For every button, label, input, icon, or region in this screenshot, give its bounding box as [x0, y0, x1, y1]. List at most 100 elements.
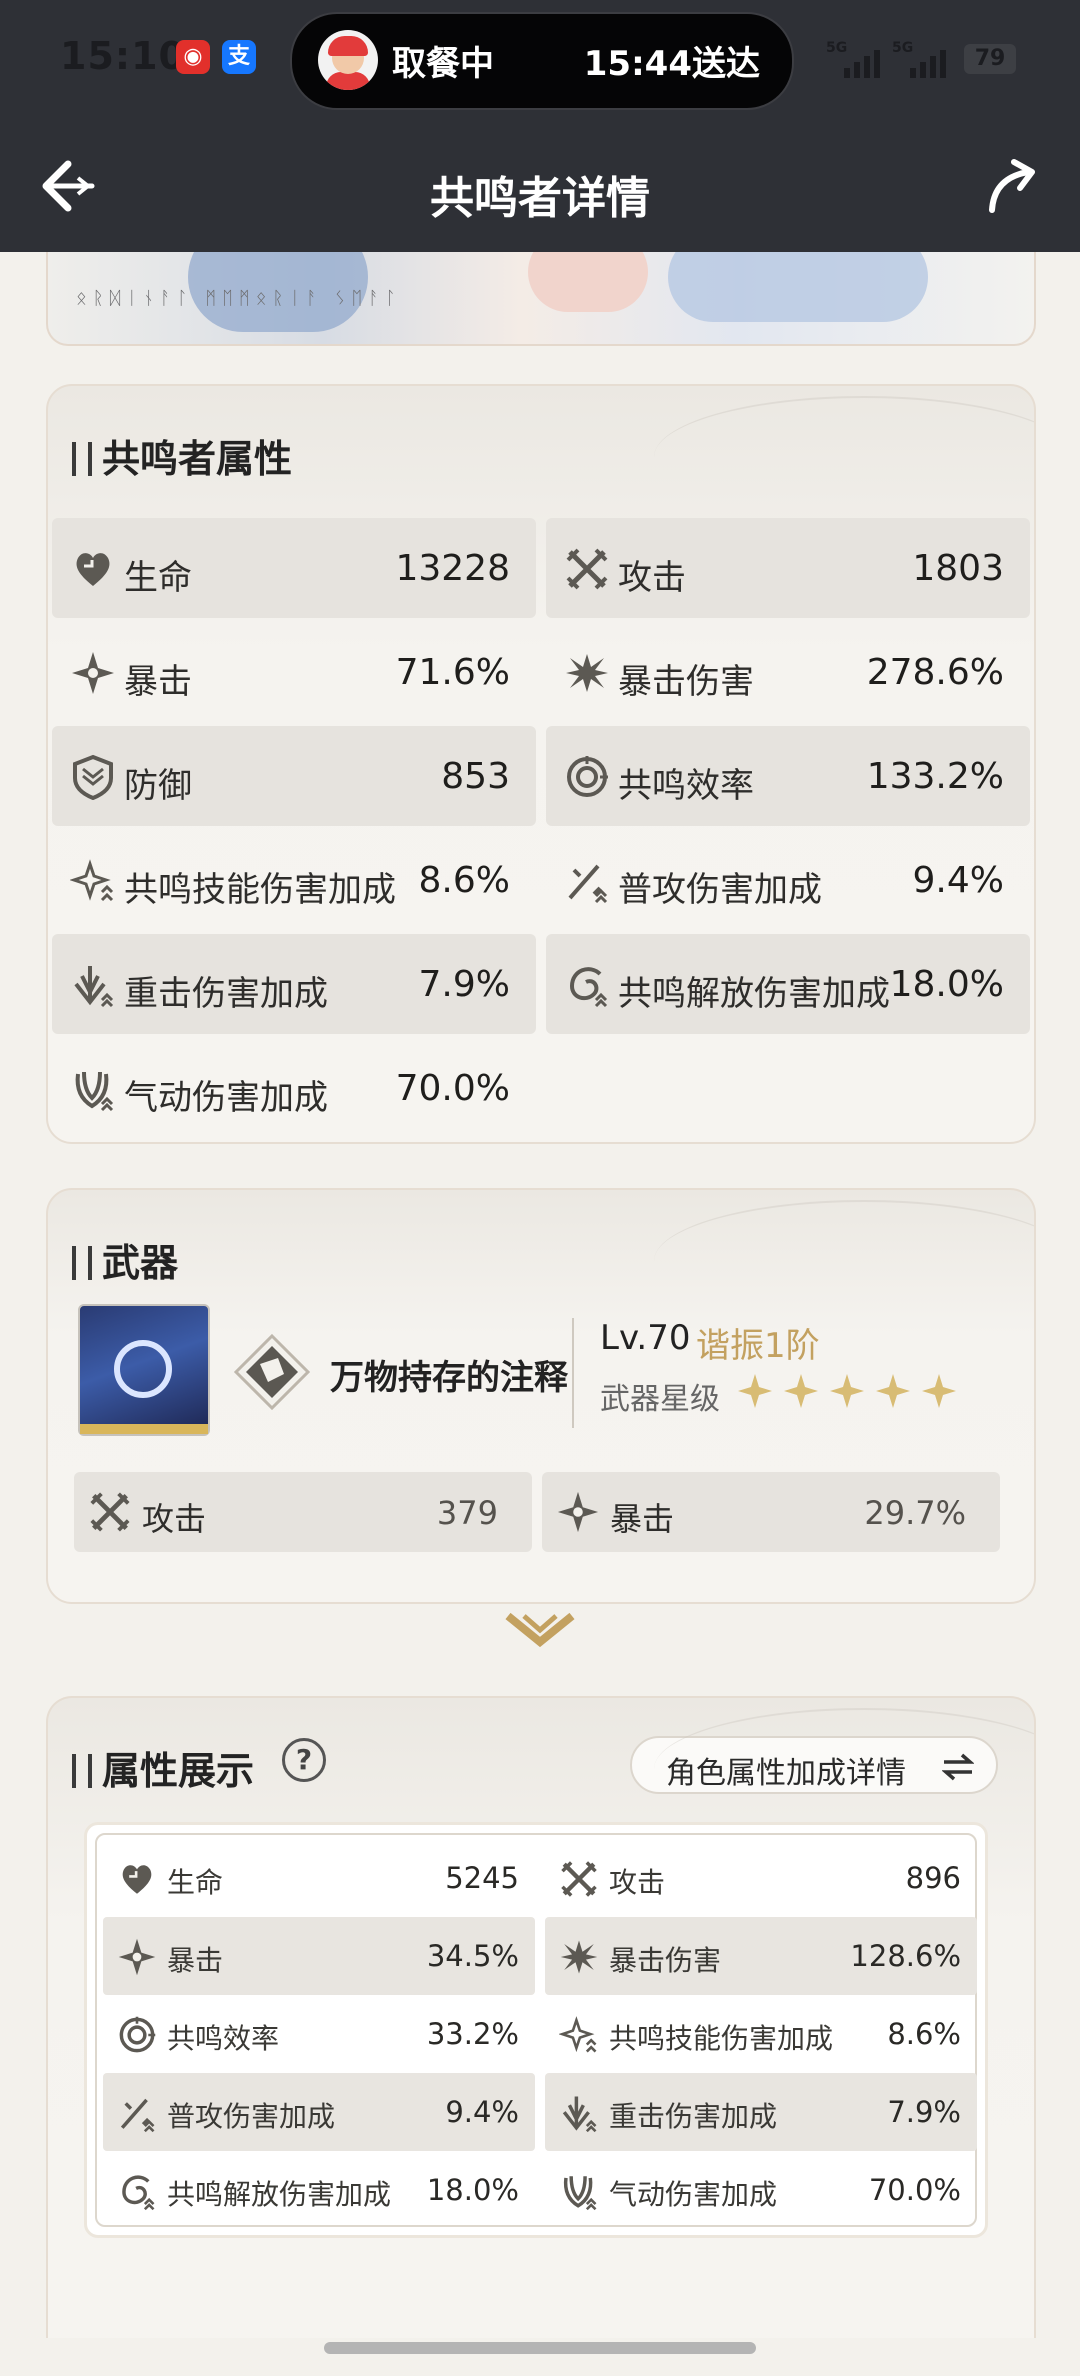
stat-label: 暴击: [124, 662, 192, 702]
stat-label: 攻击: [618, 558, 686, 598]
stat-value: 1803: [912, 548, 1004, 589]
basic-attack-icon: [117, 2093, 157, 2133]
weapon-stat-row: 攻击 379: [74, 1472, 532, 1552]
star-icon: [874, 1372, 912, 1414]
display-stat-row: 气动伤害加成 70.0%: [545, 2151, 977, 2229]
display-stats-panel: 生命 5245 攻击 896 暴击 34.5% 暴击伤害 128.6% 共鸣效率 33.2% 共鸣技…: [84, 1822, 988, 2238]
stat-value: 34.5%: [426, 1939, 519, 1973]
resonator-attributes-card: 共鸣者属性 生命 13228 攻击 1803 暴击 71.6% 暴击伤害 278.6% 防御 85…: [46, 384, 1036, 1144]
crossed-swords-icon: [88, 1490, 132, 1534]
swap-arrows-icon: [942, 1753, 974, 1781]
aero-wind-icon: [70, 1066, 116, 1112]
character-portrait-strip: ᛟᚱᛞᛁᚾᚨᛚ ᛗᛖᛗᛟᚱᛁᚨ ᛊᛖᚨᛚ: [46, 252, 1036, 346]
stat-value: 9.4%: [445, 2095, 519, 2129]
expand-chevron-icon[interactable]: [504, 1612, 576, 1652]
stat-value: 133.2%: [866, 756, 1004, 797]
signal-icon: 5G: [826, 40, 880, 78]
status-time: 15:10: [60, 34, 186, 78]
stat-value: 71.6%: [395, 652, 510, 693]
activity-eta: 15:44送达: [583, 44, 760, 84]
attribute-stat-row: 生命 13228: [52, 518, 536, 618]
stat-value: 18.0%: [426, 2173, 519, 2207]
star-icon: [736, 1372, 774, 1414]
stat-value: 5245: [445, 1861, 519, 1895]
heavy-attack-icon: [70, 962, 116, 1008]
stat-label: 共鸣技能伤害加成: [124, 870, 396, 910]
attribute-stat-row: 防御 853: [52, 726, 536, 826]
stat-label: 共鸣技能伤害加成: [609, 2022, 834, 2055]
energy-ring-icon: [564, 754, 610, 800]
activity-status: 取餐中: [392, 44, 494, 84]
stat-label: 重击伤害加成: [124, 974, 328, 1014]
display-stat-row: 共鸣解放伤害加成 18.0%: [103, 2151, 535, 2229]
display-stat-row: 普攻伤害加成 9.4%: [103, 2073, 535, 2151]
stat-label: 暴击伤害: [609, 1944, 722, 1977]
stat-value: 29.7%: [864, 1494, 966, 1532]
stat-label: 暴击: [167, 1944, 224, 1977]
attribute-stat-row: 共鸣解放伤害加成 18.0%: [546, 934, 1030, 1034]
crossed-swords-icon: [559, 1859, 599, 1899]
stat-label: 普攻伤害加成: [167, 2100, 336, 2133]
attribute-stat-row: 重击伤害加成 7.9%: [52, 934, 536, 1034]
shield-icon: [70, 754, 116, 801]
status-bar: 15:10 ◉ 支 取餐中 15:44送达 5G 5G 79: [0, 0, 1080, 120]
stat-label: 暴击: [610, 1500, 675, 1538]
home-indicator[interactable]: [324, 2342, 756, 2354]
skill-star-icon: [69, 858, 116, 904]
energy-ring-icon: [117, 2015, 157, 2055]
attribute-stat-row: 暴击伤害 278.6%: [546, 622, 1030, 722]
weapon-image[interactable]: [78, 1304, 210, 1436]
display-stat-row: 重击伤害加成 7.9%: [545, 2073, 977, 2151]
attribute-stat-row: 普攻伤害加成 9.4%: [546, 830, 1030, 930]
svg-text:5G: 5G: [892, 40, 913, 56]
crit-burst-icon: [559, 1937, 599, 1977]
display-stat-row: 攻击 896: [545, 1839, 977, 1917]
help-icon[interactable]: ?: [282, 1738, 326, 1782]
stat-value: 7.9%: [887, 2095, 961, 2129]
stat-label: 共鸣解放伤害加成: [618, 974, 890, 1014]
display-stat-row: 共鸣效率 33.2%: [103, 1995, 535, 2073]
weibo-icon: ◉: [176, 40, 210, 74]
attribute-stat-row: 气动伤害加成 70.0%: [52, 1038, 536, 1138]
crit-star-icon: [556, 1490, 600, 1534]
stat-label: 攻击: [142, 1500, 207, 1538]
liberation-swirl-icon: [564, 962, 610, 1008]
display-stat-row: 暴击伤害 128.6%: [545, 1917, 977, 1995]
heart-icon: [117, 1859, 157, 1899]
weapon-name: 万物持存的注释: [330, 1358, 568, 1398]
live-activity-pill[interactable]: 取餐中 15:44送达: [290, 12, 794, 110]
stat-value: 70.0%: [868, 2173, 961, 2207]
stat-value: 128.6%: [850, 1939, 961, 1973]
nav-bar: 共鸣者详情: [0, 120, 1080, 252]
weapon-section-title: 武器: [72, 1232, 178, 1287]
portrait-caption: ᛟᚱᛞᛁᚾᚨᛚ ᛗᛖᛗᛟᚱᛁᚨ ᛊᛖᚨᛚ: [76, 288, 402, 309]
stat-label: 共鸣效率: [167, 2022, 280, 2055]
stat-label: 共鸣解放伤害加成: [167, 2178, 392, 2211]
crossed-swords-icon: [564, 546, 610, 592]
stat-label: 气动伤害加成: [124, 1078, 328, 1118]
liberation-swirl-icon: [117, 2171, 157, 2211]
attribute-bonus-detail-button[interactable]: 角色属性加成详情: [630, 1736, 998, 1794]
display-stat-row: 共鸣技能伤害加成 8.6%: [545, 1995, 977, 2073]
stat-label: 生命: [124, 558, 192, 598]
attribute-stat-row: 共鸣效率 133.2%: [546, 726, 1030, 826]
stat-value: 13228: [395, 548, 510, 589]
weapon-level: Lv.70: [600, 1318, 691, 1358]
signal-icon-2: 5G: [892, 40, 946, 78]
courier-avatar: [318, 30, 378, 90]
weapon-star-rating: [736, 1372, 966, 1414]
stat-label: 暴击伤害: [618, 662, 754, 702]
stat-value: 8.6%: [418, 860, 510, 901]
skill-star-icon: [558, 2015, 599, 2055]
star-icon: [920, 1372, 958, 1414]
crit-star-icon: [117, 1937, 157, 1977]
star-icon: [828, 1372, 866, 1414]
weapon-divider: [572, 1318, 574, 1428]
attribute-stat-row: 共鸣技能伤害加成 8.6%: [52, 830, 536, 930]
rectifier-weapon-type-icon: [234, 1334, 310, 1410]
weapon-card: 武器 万物持存的注释 Lv.70 谐振1阶 武器星级 攻击 379 暴击 29.7%: [46, 1188, 1036, 1604]
stat-value: 7.9%: [418, 964, 510, 1005]
share-icon[interactable]: [984, 158, 1040, 214]
star-icon: [782, 1372, 820, 1414]
stat-value: 70.0%: [395, 1068, 510, 1109]
